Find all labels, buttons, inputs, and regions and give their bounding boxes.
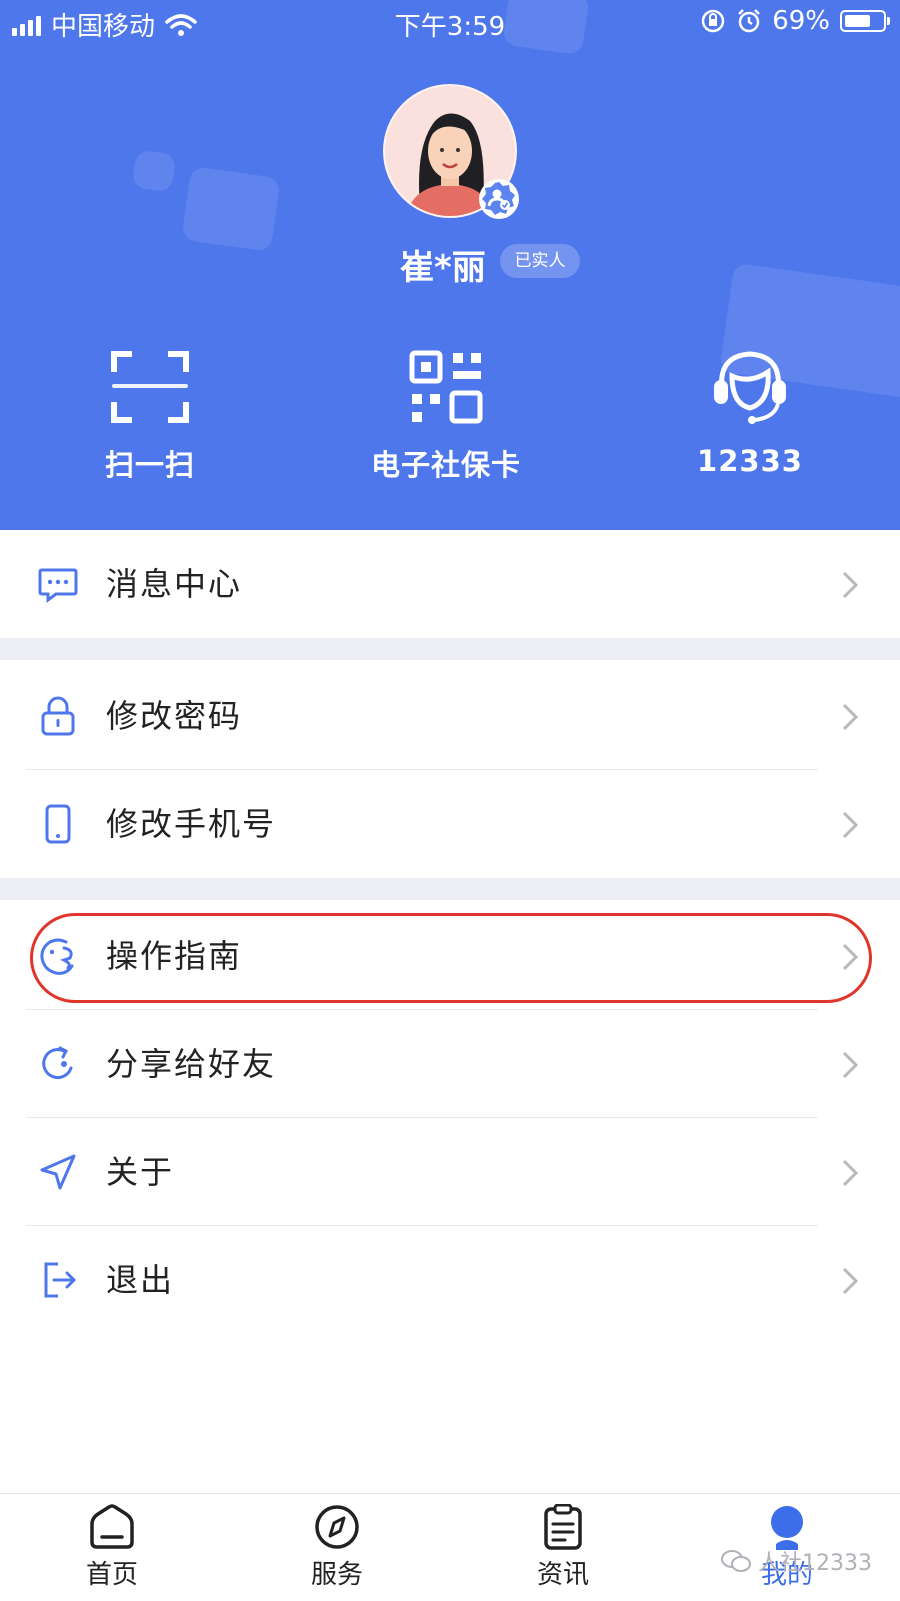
menu-item-message-center[interactable]: 消息中心: [0, 530, 900, 638]
lock-icon: [41, 696, 75, 736]
menu-item-label: 消息中心: [106, 565, 243, 603]
menu-item-change-password[interactable]: 修改密码: [0, 662, 900, 770]
chevron-right-icon: [842, 703, 859, 731]
battery-percent: 69%: [772, 6, 830, 36]
tab-label: 服务: [310, 1560, 363, 1590]
watermark: 人社12333: [720, 1545, 872, 1577]
battery-fill: [845, 15, 870, 27]
logout-icon: [44, 1262, 77, 1298]
menu-item-label: 退出: [106, 1261, 175, 1299]
profile-header: 中国移动 下午3:59 69% 崔*丽 已实人 扫一扫 电子社保卡 12333: [0, 0, 900, 530]
chevron-right-icon: [842, 571, 859, 599]
header-decoration: [131, 149, 177, 193]
menu-item-change-phone[interactable]: 修改手机号: [0, 770, 900, 878]
status-bar: 中国移动 下午3:59 69%: [0, 0, 900, 46]
tab-label: 资讯: [536, 1560, 589, 1590]
highlight-annotation: [30, 913, 872, 1003]
profile-icon: [771, 1506, 803, 1550]
menu-item-share[interactable]: 分享给好友: [0, 1010, 900, 1118]
share-icon: [42, 1046, 73, 1079]
watermark-text: 人社12333: [758, 1551, 872, 1576]
alarm-icon: [738, 9, 761, 33]
header-decoration: [181, 166, 281, 252]
wechat-icon: [721, 1550, 751, 1572]
quick-action-hotline[interactable]: 12333: [650, 350, 850, 478]
tab-home[interactable]: 首页: [52, 1504, 172, 1591]
chevron-right-icon: [842, 1267, 859, 1295]
customer-service-icon: [714, 351, 786, 424]
verified-tag: 已实人: [500, 244, 580, 278]
menu-item-label: 关于: [106, 1153, 175, 1191]
user-name: 崔*丽: [400, 248, 486, 288]
news-icon: [544, 1504, 582, 1550]
section-gap: [0, 878, 900, 900]
menu-item-label: 分享给好友: [106, 1045, 277, 1083]
compass-icon: [315, 1505, 359, 1549]
menu-item-label: 修改密码: [106, 697, 243, 735]
quick-action-scan[interactable]: 扫一扫: [50, 350, 250, 484]
chevron-right-icon: [842, 811, 859, 839]
phone-icon: [45, 804, 71, 844]
menu-item-label: 修改手机号: [106, 805, 277, 843]
quick-action-social-card[interactable]: 电子社保卡: [346, 350, 546, 484]
chevron-right-icon: [842, 1051, 859, 1079]
tab-news[interactable]: 资讯: [503, 1504, 623, 1591]
message-icon: [38, 568, 78, 603]
tab-services[interactable]: 服务: [277, 1504, 397, 1591]
scan-icon: [111, 351, 189, 423]
navigation-arrow-icon: [40, 1154, 76, 1190]
quick-action-label: 12333: [697, 444, 803, 478]
quick-action-label: 电子社保卡: [370, 448, 521, 482]
chevron-right-icon: [842, 1159, 859, 1187]
rotation-lock-icon: [701, 9, 725, 33]
quick-action-label: 扫一扫: [104, 448, 195, 482]
verified-badge-icon: [479, 179, 519, 219]
battery-icon: [840, 10, 890, 32]
tab-label: 首页: [85, 1560, 138, 1590]
menu-item-logout[interactable]: 退出: [0, 1226, 900, 1334]
section-gap: [0, 638, 900, 660]
menu-item-about[interactable]: 关于: [0, 1118, 900, 1226]
qr-code-icon: [409, 350, 483, 424]
home-icon: [90, 1504, 134, 1549]
